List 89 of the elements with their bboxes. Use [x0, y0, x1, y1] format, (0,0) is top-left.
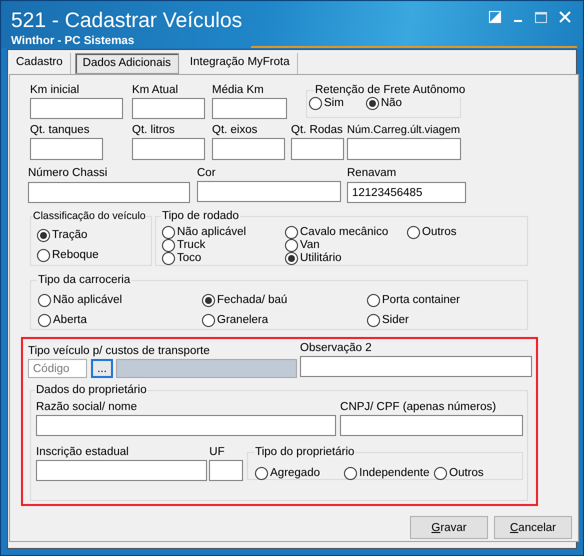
field-label: CNPJ/ CPF (apenas números) — [340, 400, 496, 414]
group-title: Tipo de rodado — [161, 209, 240, 223]
radio-option[interactable]: Não aplicável — [38, 294, 202, 307]
group-title: Dados do proprietário — [35, 383, 148, 397]
radio-button[interactable] — [285, 226, 298, 239]
text-field[interactable] — [347, 138, 461, 160]
window-subtitle: Winthor - PC Sistemas — [11, 35, 136, 47]
radio-option[interactable]: Não — [366, 97, 402, 110]
text-field[interactable] — [28, 182, 190, 203]
field-label: Qt. Rodas — [291, 123, 343, 137]
radio-button[interactable] — [162, 252, 175, 265]
text-field[interactable] — [212, 98, 287, 119]
tab[interactable]: Dados Adicionais — [74, 53, 179, 74]
radio-option[interactable]: Não aplicável — [162, 226, 285, 239]
maximize-icon[interactable] — [535, 12, 547, 22]
radio-button[interactable] — [37, 249, 50, 262]
radio-button[interactable] — [162, 239, 175, 252]
radio-button[interactable] — [37, 229, 50, 242]
text-field[interactable] — [291, 138, 344, 160]
text-field[interactable] — [36, 460, 208, 481]
radio-button[interactable] — [367, 314, 380, 327]
radio-option[interactable]: Sider — [367, 314, 519, 327]
code-field[interactable]: Código — [28, 359, 87, 378]
text-field[interactable] — [340, 415, 523, 436]
field-label: Qt. eixos — [212, 123, 258, 137]
radio-option[interactable]: Outros — [434, 467, 514, 480]
text-field[interactable] — [132, 138, 205, 160]
radio-option[interactable]: Granelera — [202, 314, 367, 327]
radio-option[interactable]: Outros — [407, 226, 519, 239]
radio-button[interactable] — [285, 252, 298, 265]
text-field[interactable] — [36, 415, 336, 436]
radio-option[interactable]: Porta container — [367, 294, 519, 307]
radio-button[interactable] — [407, 226, 420, 239]
radio-button[interactable] — [38, 314, 51, 327]
close-icon[interactable] — [559, 11, 571, 23]
field-label: Renavam — [347, 166, 396, 180]
field-label: Núm.Carreg.últ.viagem — [347, 123, 460, 137]
radio-option[interactable]: Sim — [309, 97, 344, 110]
radio-button[interactable] — [202, 294, 215, 307]
text-field[interactable] — [300, 356, 532, 377]
radio-button[interactable] — [162, 226, 175, 239]
radio-option[interactable]: Aberta — [38, 314, 202, 327]
field-label: Km inicial — [30, 83, 80, 97]
radio-option[interactable]: Independente — [344, 467, 434, 480]
group-title: Tipo do proprietário — [254, 445, 356, 459]
group-title: Classificação do veículo — [33, 209, 146, 223]
text-field[interactable] — [212, 138, 285, 160]
field-label: Cor — [197, 166, 216, 180]
group-title: Tipo da carroceria — [37, 273, 132, 287]
field-label: Qt. tanques — [30, 123, 90, 137]
restore-icon[interactable] — [489, 11, 501, 23]
field-label: Razão social/ nome — [36, 400, 137, 414]
text-field[interactable] — [209, 460, 244, 481]
text-field[interactable] — [30, 138, 103, 160]
window-title: 521 - Cadastrar Veículos — [11, 9, 242, 33]
field-label: Km Atual — [132, 83, 178, 97]
text-field[interactable] — [197, 181, 341, 202]
radio-option[interactable]: Fechada/ baú — [202, 294, 367, 307]
field-label: Número Chassi — [28, 166, 108, 180]
radio-option[interactable]: Cavalo mecânico — [285, 226, 407, 239]
radio-button[interactable] — [255, 467, 268, 480]
dialog-button[interactable]: Gravar — [410, 516, 488, 539]
radio-option[interactable]: Truck — [162, 239, 285, 252]
radio-option[interactable]: Reboque — [37, 249, 143, 262]
radio-option[interactable]: Van — [285, 239, 407, 252]
text-field[interactable]: 12123456485 — [347, 182, 466, 203]
radio-button[interactable] — [344, 467, 358, 480]
radio-button[interactable] — [309, 97, 322, 110]
text-field[interactable] — [132, 98, 205, 119]
radio-option[interactable]: Tração — [37, 229, 143, 242]
text-field[interactable] — [30, 98, 123, 119]
radio-option[interactable]: Agregado — [255, 467, 344, 480]
radio-button[interactable] — [202, 314, 215, 327]
radio-button[interactable] — [366, 97, 379, 110]
lookup-button[interactable]: ... — [91, 359, 113, 378]
field-label: Média Km — [212, 83, 264, 97]
radio-button[interactable] — [434, 467, 448, 480]
radio-option[interactable]: Toco — [162, 252, 285, 265]
field-label: Qt. litros — [132, 123, 175, 137]
group-title: Retenção de Frete Autônomo — [314, 83, 466, 97]
field-label: Inscrição estadual — [36, 445, 129, 459]
dialog-button[interactable]: Cancelar — [494, 516, 572, 539]
radio-option[interactable]: Utilitário — [285, 252, 407, 265]
field-label: Observação 2 — [300, 341, 372, 355]
field-label: Tipo veículo p/ custos de transporte — [28, 344, 210, 358]
radio-button[interactable] — [367, 294, 380, 307]
radio-button[interactable] — [285, 239, 298, 252]
field-label: UF — [209, 445, 225, 459]
radio-button[interactable] — [38, 294, 51, 307]
